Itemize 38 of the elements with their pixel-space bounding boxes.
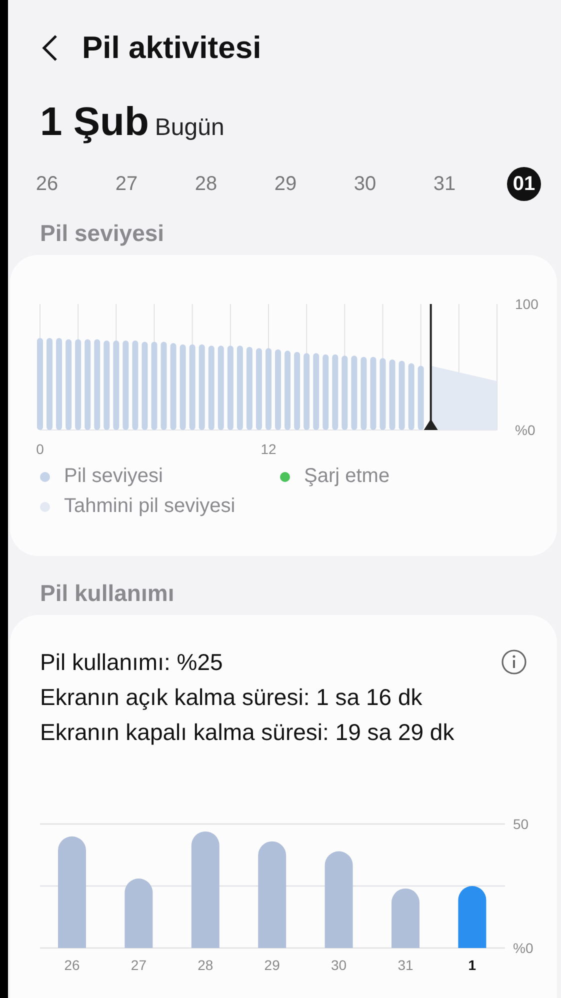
battery-bar (398, 360, 405, 430)
axis-label: %0 (515, 422, 536, 438)
axis-label: 0 (36, 441, 44, 457)
date-tab[interactable]: 01 (507, 167, 541, 201)
axis-label: 100 (515, 296, 538, 312)
info-icon[interactable] (501, 649, 527, 675)
usage-text: Ekranın kapalı kalma süresi: 19 sa 29 dk (40, 718, 456, 747)
axis-label: 1 (468, 957, 476, 973)
date-tab[interactable]: 30 (348, 167, 382, 201)
usage-text: Pil kullanımı: %25 (40, 648, 224, 677)
axis-label: 29 (264, 957, 280, 973)
date-tab[interactable]: 31 (428, 167, 462, 201)
legend-label: Şarj etme (304, 465, 390, 488)
date-tab[interactable]: 26 (30, 167, 64, 201)
axis-label: 12 (260, 441, 276, 457)
battery-bar (418, 366, 424, 430)
axis-label: 50 (513, 816, 529, 832)
usage-text: Ekranın açık kalma süresi: 1 sa 16 dk (40, 683, 424, 712)
battery-bar (389, 359, 396, 430)
axis-label: %0 (513, 940, 534, 956)
date-tab[interactable]: 28 (189, 167, 223, 201)
axis-label: 30 (331, 957, 347, 973)
page-title: Pil aktivitesi (82, 30, 262, 66)
section-heading: Pil kullanımı (39, 579, 176, 608)
axis-label: 31 (398, 957, 414, 973)
axis-label: 27 (130, 957, 146, 973)
date-tab[interactable]: 27 (110, 167, 144, 201)
legend-label: Pil seviyesi (64, 465, 163, 488)
axis-label: 28 (198, 957, 214, 973)
legend-label: Tahmini pil seviyesi (64, 495, 236, 518)
date-subtitle: Bugün (154, 114, 224, 142)
section-heading: Pil seviyesi (39, 219, 166, 248)
battery-bar (380, 358, 386, 430)
back-icon[interactable] (40, 34, 60, 62)
axis-label: 26 (64, 957, 80, 973)
date-tab[interactable]: 29 (268, 167, 302, 201)
battery-bar (408, 363, 414, 430)
date-title: 1 Şub (40, 100, 149, 145)
